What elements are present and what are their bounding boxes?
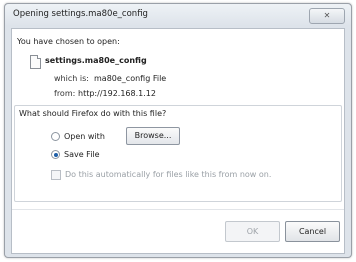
- download-dialog: Opening settings.ma80e_config ✕ You have…: [4, 3, 352, 258]
- group-label: What should Firefox do with this file?: [19, 109, 167, 118]
- source-url-value: http://192.168.1.12: [78, 89, 156, 98]
- file-name: settings.ma80e_config: [45, 56, 147, 65]
- title-bar: Opening settings.ma80e_config ✕: [5, 4, 351, 26]
- button-separator: [12, 209, 344, 210]
- dialog-title: Opening settings.ma80e_config: [13, 9, 148, 19]
- open-with-label[interactable]: Open with: [64, 132, 105, 141]
- file-icon: [30, 55, 41, 69]
- file-action-group: What should Firefox do with this file? O…: [14, 105, 342, 202]
- ok-button[interactable]: OK: [225, 221, 280, 242]
- open-with-radio[interactable]: [51, 132, 60, 141]
- save-file-radio[interactable]: [51, 150, 60, 159]
- dialog-content: You have chosen to open: settings.ma80e_…: [11, 28, 345, 254]
- save-file-label[interactable]: Save File: [64, 150, 100, 159]
- close-button[interactable]: ✕: [309, 8, 345, 24]
- file-type-value: ma80e_config File: [94, 74, 167, 83]
- cancel-button[interactable]: Cancel: [285, 221, 340, 242]
- which-is-label: which is:: [54, 74, 89, 83]
- close-icon: ✕: [323, 11, 331, 20]
- auto-action-label[interactable]: Do this automatically for files like thi…: [65, 170, 271, 179]
- chosen-label: You have chosen to open:: [17, 37, 120, 46]
- from-label: from:: [54, 89, 76, 98]
- browse-button[interactable]: Browse...: [126, 127, 180, 145]
- auto-action-checkbox[interactable]: [51, 170, 61, 180]
